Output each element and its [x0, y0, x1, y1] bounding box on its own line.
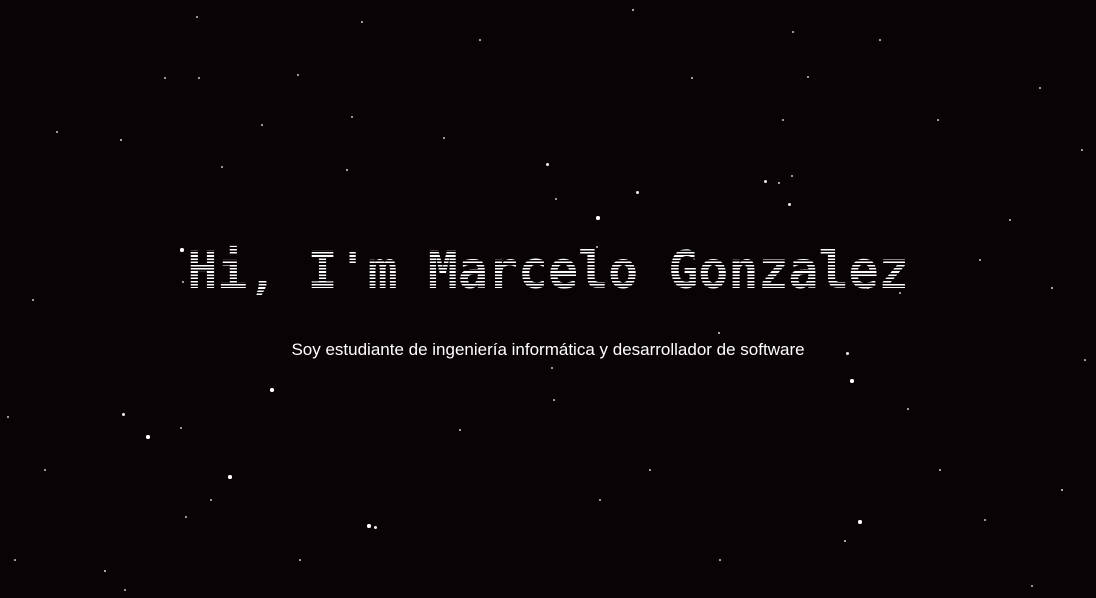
star-dot: [373, 525, 377, 529]
star-dot: [198, 77, 200, 79]
star-dot: [270, 388, 274, 392]
star-dot: [792, 31, 794, 33]
star-dot: [937, 119, 939, 121]
star-dot: [858, 520, 862, 524]
star-dot: [56, 131, 58, 133]
star-dot: [261, 124, 263, 126]
star-dot: [164, 77, 166, 79]
star-dot: [185, 516, 187, 518]
star-dot: [691, 77, 693, 79]
star-dot: [545, 162, 549, 166]
star-dot: [787, 202, 791, 206]
star-dot: [361, 21, 363, 23]
hero-subtitle: Soy estudiante de ingeniería informática…: [291, 340, 805, 359]
star-dot: [351, 116, 353, 118]
star-dot: [124, 589, 126, 591]
star-dot: [850, 379, 854, 383]
star-dot: [210, 499, 212, 501]
star-dot: [459, 429, 461, 431]
hero-title: Hi, I'm Marcelo Gonzalez: [22, 236, 1074, 306]
star-dot: [297, 74, 299, 76]
star-dot: [119, 138, 123, 142]
star-dot: [479, 39, 481, 41]
star-dot: [599, 499, 601, 501]
star-dot: [555, 198, 557, 200]
star-dot: [443, 137, 445, 139]
star-dot: [1060, 488, 1064, 492]
star-dot: [367, 524, 371, 528]
star-dot: [791, 175, 793, 177]
star-dot: [180, 427, 182, 429]
star-dot: [719, 559, 721, 561]
star-dot: [551, 367, 553, 369]
star-dot: [939, 469, 941, 471]
star-dot: [221, 166, 223, 168]
star-dot: [984, 519, 986, 521]
star-dot: [843, 539, 847, 543]
star-dot: [763, 179, 767, 183]
star-dot: [44, 469, 46, 471]
star-dot: [596, 216, 600, 220]
star-dot: [299, 559, 301, 561]
star-dot: [782, 119, 784, 121]
star-dot: [196, 16, 198, 18]
star-dot: [146, 435, 150, 439]
star-dot: [1009, 219, 1011, 221]
star-dot: [553, 399, 555, 401]
star-dot: [7, 416, 9, 418]
star-dot: [777, 181, 781, 185]
hero-section: Hi, I'm Marcelo Gonzalez Soy estudiante …: [0, 0, 1096, 598]
star-dot: [1039, 87, 1041, 89]
star-dot: [345, 168, 349, 172]
star-dot: [717, 331, 721, 335]
star-dot: [879, 39, 881, 41]
star-dot: [631, 8, 635, 12]
star-dot: [807, 76, 809, 78]
star-dot: [1081, 149, 1083, 151]
star-dot: [103, 569, 107, 573]
star-dot: [121, 412, 125, 416]
star-dot: [907, 408, 909, 410]
star-dot: [1031, 585, 1033, 587]
star-dot: [649, 469, 651, 471]
star-dot: [14, 559, 16, 561]
star-dot: [228, 475, 232, 479]
star-dot: [635, 190, 639, 194]
